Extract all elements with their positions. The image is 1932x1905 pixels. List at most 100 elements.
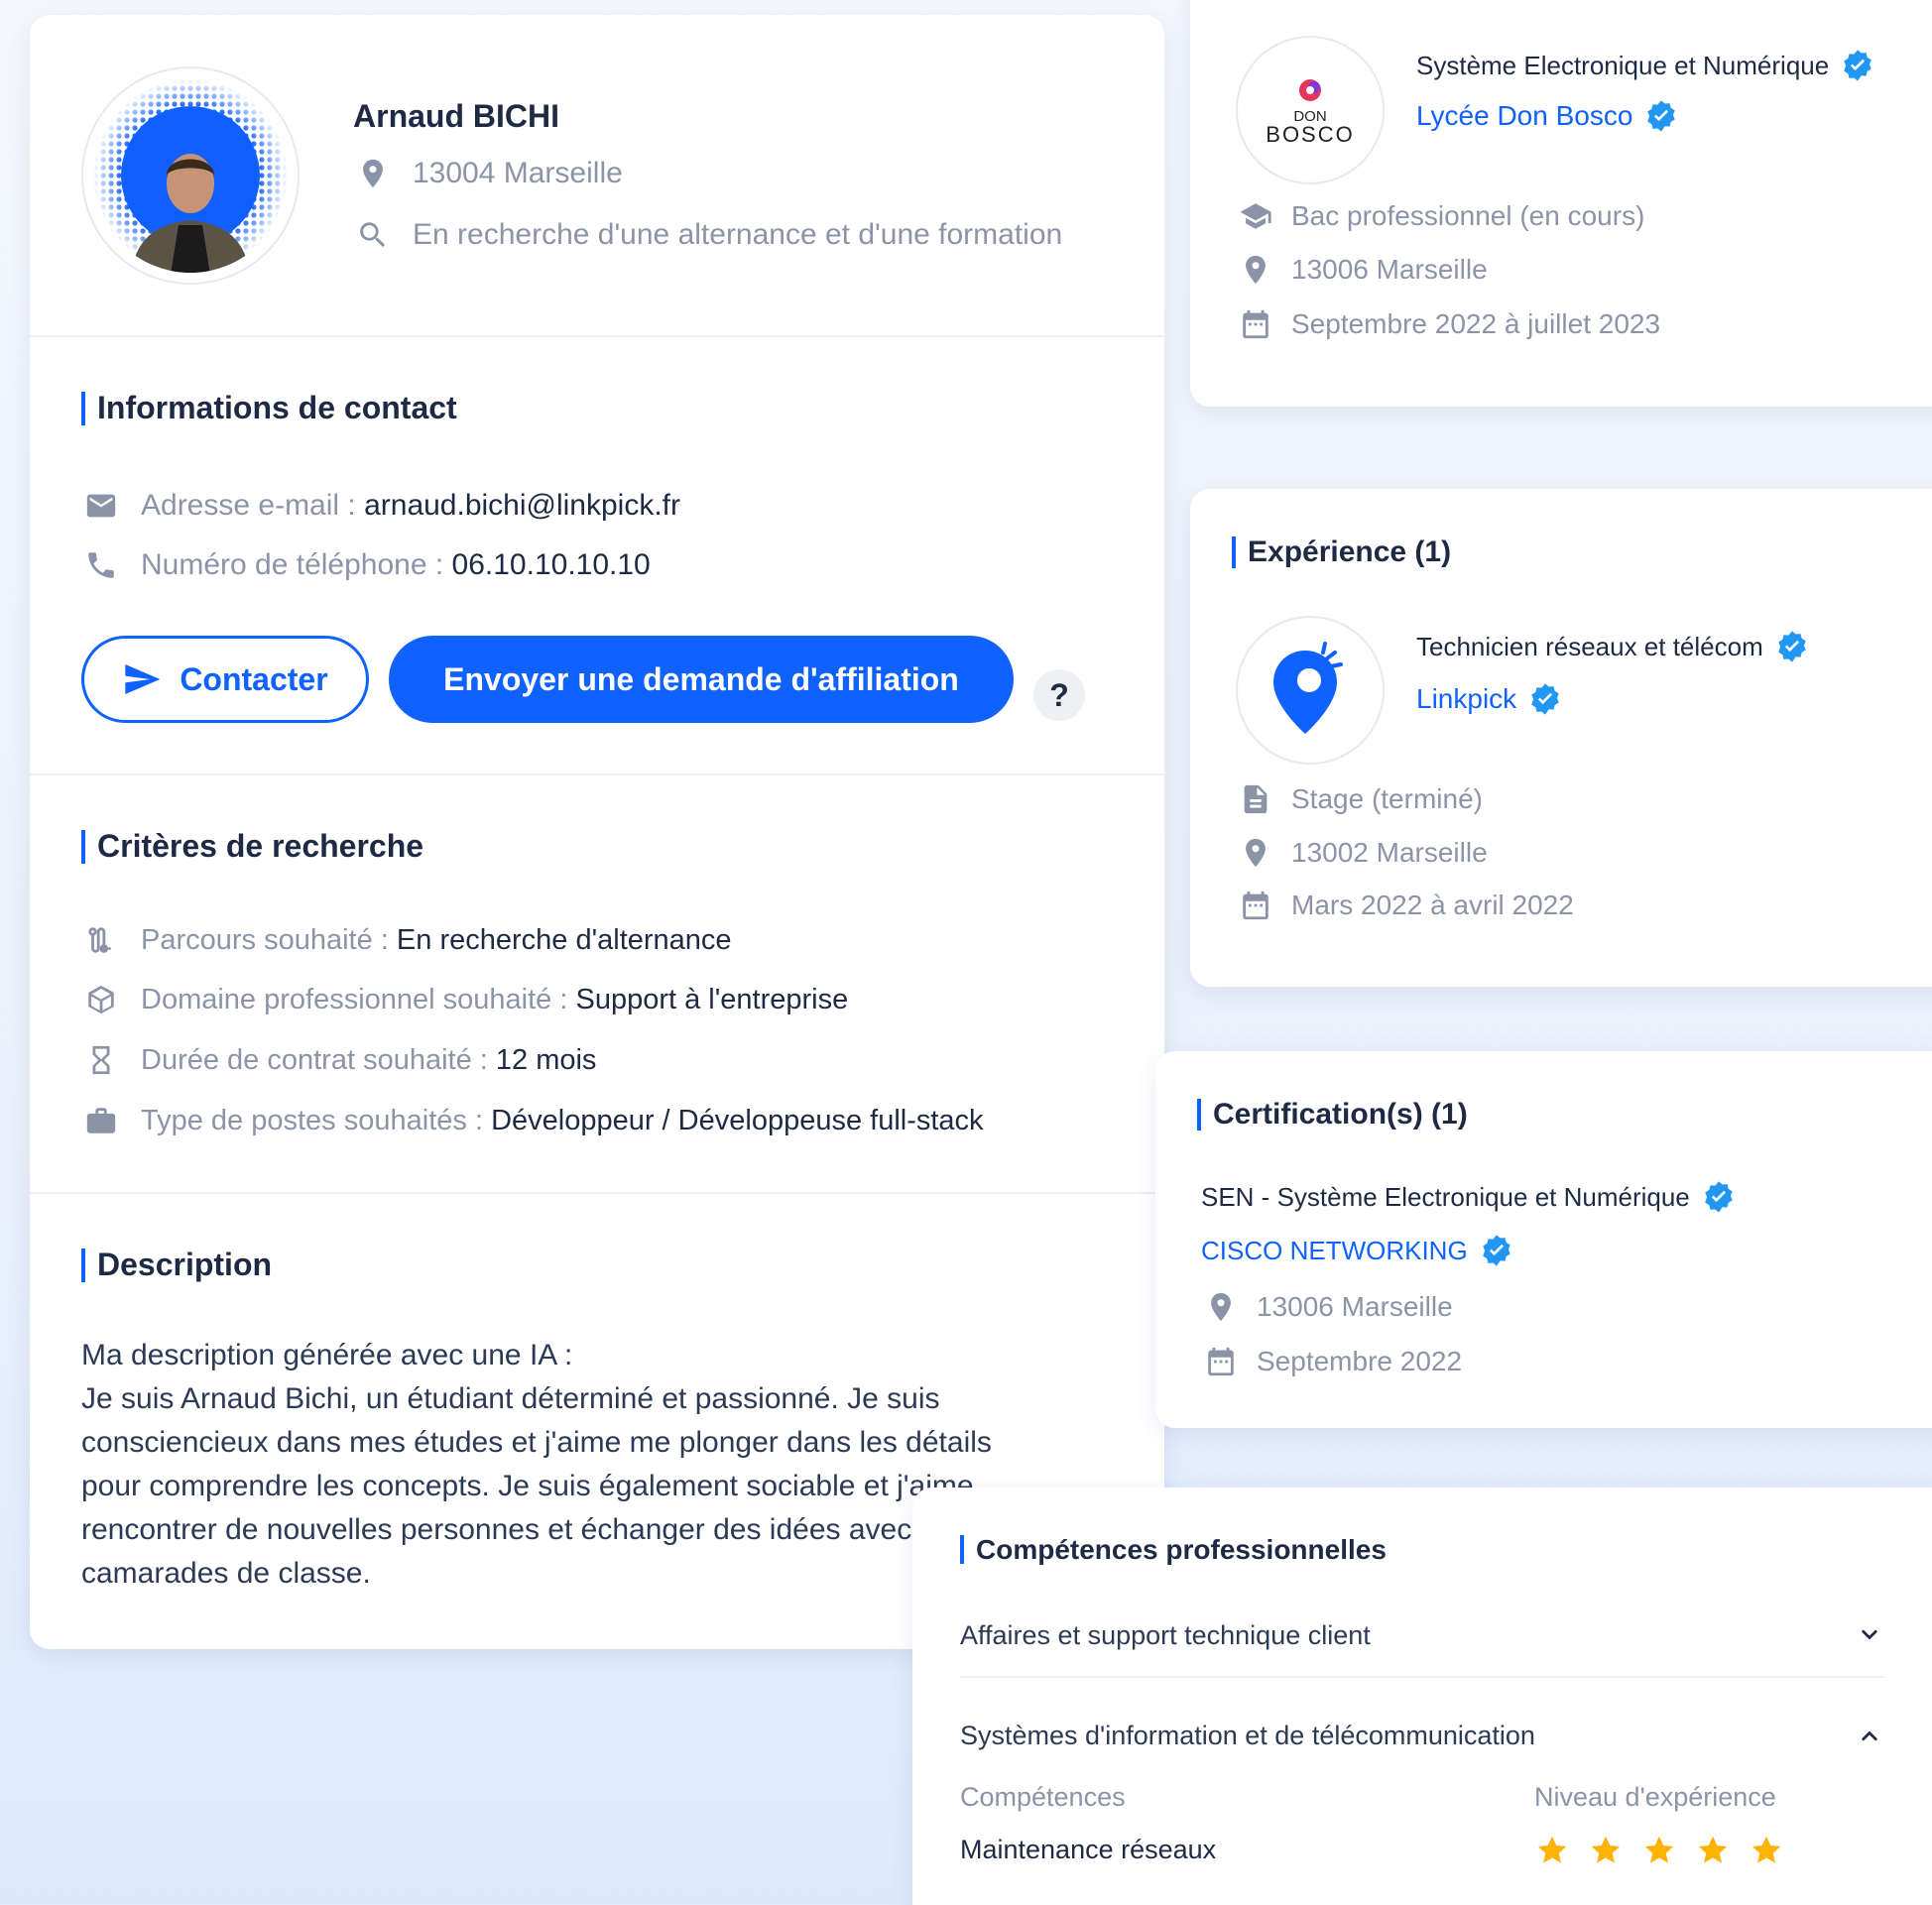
level-column-header: Niveau d'expérience (1534, 1782, 1776, 1812)
experience-type: Stage (terminé) (1291, 783, 1483, 814)
calendar-icon (1236, 886, 1275, 925)
cube-icon (81, 980, 121, 1019)
description-line: Je suis Arnaud Bichi, un étudiant déterm… (81, 1382, 940, 1415)
phone-label: Numéro de téléphone : (141, 548, 452, 581)
school-logo-mark (1299, 78, 1321, 101)
certification-date: Septembre 2022 (1257, 1346, 1463, 1376)
verified-badge-icon (1528, 682, 1562, 716)
document-icon (1236, 779, 1275, 819)
divider (30, 774, 1164, 775)
mail-icon (81, 486, 121, 526)
experience-location: 13002 Marseille (1291, 837, 1488, 868)
avatar (81, 66, 300, 285)
star-icon (1641, 1833, 1677, 1868)
email-value[interactable]: arnaud.bichi@linkpick.fr (364, 489, 680, 523)
skill-group-toggle[interactable]: Affaires et support technique client (960, 1595, 1884, 1678)
profile-status: En recherche d'une alternance et d'une f… (413, 218, 1063, 251)
certification-issuer-link[interactable]: CISCO NETWORKING (1201, 1236, 1468, 1266)
criteria-label: Type de postes souhaités : (141, 1104, 492, 1136)
affiliation-button-label: Envoyer une demande d'affiliation (443, 660, 959, 697)
help-icon: ? (1049, 676, 1069, 713)
location-pin-icon (353, 154, 393, 193)
skills-card: Compétences professionnelles Affaires et… (912, 1488, 1932, 1905)
profile-location: 13004 Marseille (413, 157, 623, 189)
chevron-down-icon (1862, 1629, 1877, 1640)
criteria-label: Domaine professionnel souhaité : (141, 983, 576, 1015)
description-line: rencontrer de nouvelles personnes et éch… (81, 1513, 977, 1546)
description-line: pour comprendre les concepts. Je suis ég… (81, 1470, 974, 1502)
contact-button[interactable]: Contacter (81, 636, 369, 723)
star-icon (1749, 1833, 1784, 1868)
divider (30, 1192, 1164, 1194)
email-label: Adresse e-mail : (141, 489, 365, 522)
skills-column-header: Compétences (960, 1782, 1126, 1812)
verified-badge-icon (1702, 1180, 1736, 1214)
certification-section-title: Certification(s) (1) (1197, 1099, 1468, 1131)
description-line: camarades de classe. (81, 1557, 371, 1590)
skill-name: Maintenance réseaux (960, 1835, 1217, 1864)
description-line: consciencieux dans mes études et j'aime … (81, 1426, 992, 1459)
description-line: Ma description générée avec une IA : (81, 1339, 573, 1371)
verified-badge-icon (1841, 49, 1874, 82)
certification-name: SEN - Système Electronique et Numérique (1201, 1181, 1690, 1212)
chevron-up-icon (1862, 1730, 1877, 1741)
location-pin-icon (1236, 250, 1275, 290)
divider (30, 335, 1164, 337)
verified-badge-icon (1775, 630, 1809, 663)
avatar-photo (93, 78, 288, 273)
skill-group-toggle[interactable]: Systèmes d'information et de télécommuni… (960, 1694, 1884, 1777)
certification-location: 13006 Marseille (1257, 1291, 1453, 1322)
education-dates: Septembre 2022 à juillet 2023 (1291, 308, 1661, 339)
job-title: Technicien réseaux et télécom (1416, 631, 1763, 661)
experience-card: Expérience (1) Technicien réseaux et tél… (1190, 489, 1932, 987)
company-logo (1236, 616, 1385, 765)
calendar-icon (1236, 304, 1275, 344)
criteria-section-title: Critères de recherche (81, 829, 423, 864)
contact-section-title: Informations de contact (81, 391, 457, 425)
certification-card: Certification(s) (1) SEN - Système Elect… (1155, 1051, 1932, 1428)
send-icon (125, 664, 161, 694)
skill-group-title: Affaires et support technique client (960, 1619, 1371, 1650)
criteria-value: En recherche d'alternance (396, 923, 732, 956)
school-name-link[interactable]: Lycée Don Bosco (1416, 100, 1632, 132)
location-pin-icon (1201, 1287, 1241, 1327)
graduation-cap-icon (1236, 196, 1275, 236)
hourglass-icon (81, 1040, 121, 1080)
phone-icon (81, 545, 121, 585)
skill-rating (1534, 1833, 1784, 1868)
experience-section-title: Expérience (1) (1232, 536, 1451, 568)
school-logo: DON BOSCO (1236, 36, 1385, 184)
criteria-value: Développeur / Développeuse full-stack (491, 1104, 984, 1136)
experience-dates: Mars 2022 à avril 2022 (1291, 890, 1574, 920)
verified-badge-icon (1644, 99, 1678, 133)
contact-button-label: Contacter (180, 660, 328, 697)
description-section-title: Description (81, 1248, 272, 1282)
education-level: Bac professionnel (en cours) (1291, 200, 1645, 231)
education-location: 13006 Marseille (1291, 254, 1488, 285)
search-icon (353, 215, 393, 255)
criteria-value: Support à l'entreprise (575, 983, 849, 1015)
route-icon (81, 920, 121, 960)
profile-name: Arnaud BICHI (353, 98, 559, 134)
education-card: DON BOSCO Système Electronique et Numéri… (1190, 0, 1932, 407)
phone-value[interactable]: 06.10.10.10.10 (452, 548, 651, 582)
star-icon (1695, 1833, 1731, 1868)
criteria-value: 12 mois (495, 1043, 597, 1076)
calendar-icon (1201, 1342, 1241, 1381)
star-icon (1534, 1833, 1570, 1868)
school-logo-text: BOSCO (1266, 121, 1355, 147)
education-degree: Système Electronique et Numérique (1416, 50, 1830, 80)
linkpick-logo-icon (1273, 642, 1343, 734)
skills-section-title: Compétences professionnelles (960, 1535, 1387, 1564)
verified-badge-icon (1480, 1234, 1513, 1267)
skill-group-title: Systèmes d'information et de télécommuni… (960, 1720, 1535, 1750)
criteria-label: Durée de contrat souhaité : (141, 1043, 496, 1076)
company-name-link[interactable]: Linkpick (1416, 683, 1516, 715)
criteria-label: Parcours souhaité : (141, 923, 397, 956)
profile-card: Arnaud BICHI 13004 Marseille En recherch… (30, 15, 1164, 1649)
description-text: Ma description générée avec une IA : Je … (81, 1334, 992, 1596)
location-pin-icon (1236, 833, 1275, 873)
briefcase-icon (81, 1101, 121, 1140)
affiliation-request-button[interactable]: Envoyer une demande d'affiliation (389, 636, 1014, 723)
help-button[interactable]: ? (1033, 669, 1085, 721)
